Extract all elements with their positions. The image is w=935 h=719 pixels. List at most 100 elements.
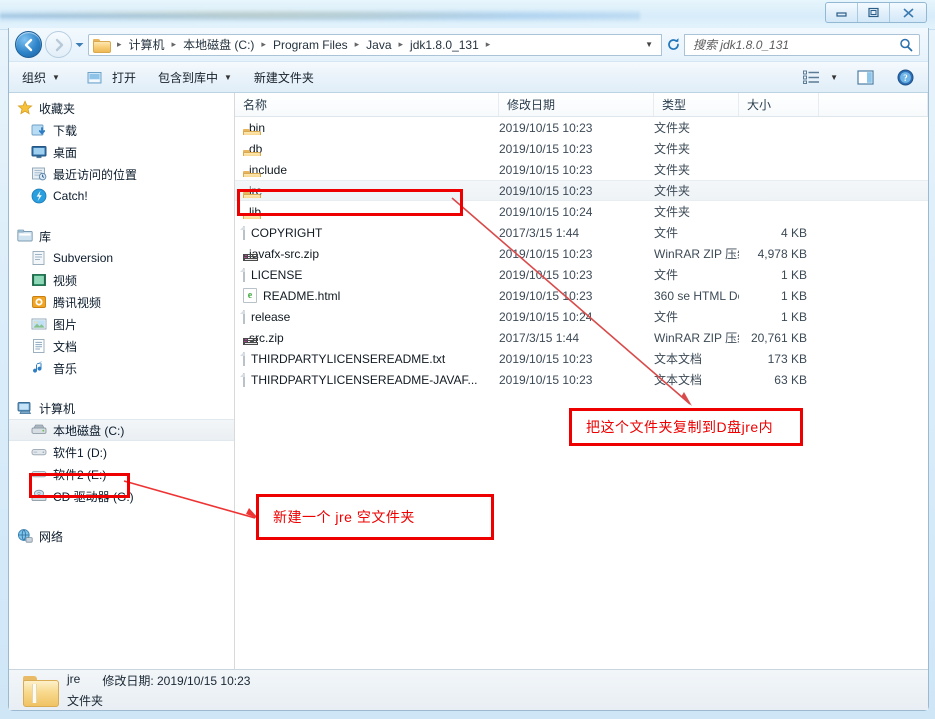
pictures-icon	[31, 316, 47, 332]
breadcrumb-separator: ▸	[117, 39, 122, 49]
sidebar-item-pictures[interactable]: 图片	[9, 313, 234, 335]
sidebar-item-recent-places[interactable]: 最近访问的位置	[9, 163, 234, 185]
file-name-cell[interactable]: e README.html	[235, 288, 499, 303]
new-folder-button[interactable]: 新建文件夹	[245, 65, 323, 89]
file-name-label: release	[251, 309, 291, 324]
window-title-bar	[0, 0, 935, 30]
file-name-cell[interactable]: bin	[235, 121, 499, 135]
file-list-pane[interactable]: 名称 修改日期 类型 大小 bin 2019/10/15 10:23 文件夹 db 20…	[235, 93, 928, 670]
navigation-pane[interactable]: 收藏夹 下载 桌面 最近访问的位置 Catch! 库 Subversion 视频…	[9, 93, 235, 670]
back-arrow-icon[interactable]	[15, 31, 42, 58]
file-type-cell: 文件	[654, 310, 679, 324]
table-row[interactable]: db 2019/10/15 10:23 文件夹	[235, 138, 928, 159]
column-header-size[interactable]: 大小	[739, 93, 819, 116]
forward-arrow-icon[interactable]	[45, 31, 72, 58]
table-row[interactable]: COPYRIGHT 2017/3/15 1:44 文件 4 KB	[235, 222, 928, 243]
sidebar-item-cd-drive-g[interactable]: CD 驱动器 (G:)	[9, 485, 234, 507]
window-controls[interactable]	[825, 2, 927, 23]
table-row[interactable]: include 2019/10/15 10:23 文件夹	[235, 159, 928, 180]
table-row[interactable]: THIRDPARTYLICENSEREADME.txt 2019/10/15 10…	[235, 348, 928, 369]
column-header-name[interactable]: 名称	[235, 93, 499, 116]
sidebar-item-videos[interactable]: 视频	[9, 269, 234, 291]
search-input[interactable]: 搜索 jdk1.8.0_131	[684, 33, 920, 56]
chevron-down-icon: ▼	[223, 72, 232, 82]
sidebar-item-music[interactable]: 音乐	[9, 357, 234, 379]
sidebar-item-computer[interactable]: 计算机	[9, 397, 234, 419]
file-size-cell: 4 KB	[780, 225, 807, 240]
sidebar-item-favorites[interactable]: 收藏夹	[9, 97, 234, 119]
file-rows[interactable]: bin 2019/10/15 10:23 文件夹 db 2019/10/15 10:23…	[235, 117, 928, 390]
open-button[interactable]: 打开	[73, 65, 145, 89]
column-header-date[interactable]: 修改日期	[499, 93, 654, 116]
sidebar-label: 下载	[53, 123, 78, 138]
file-icon	[243, 225, 245, 240]
file-type-cell: 文本文档	[654, 352, 703, 366]
sidebar-item-drive-d[interactable]: 软件1 (D:)	[9, 441, 234, 463]
search-icon[interactable]	[893, 38, 919, 52]
breadcrumb-item-program-files[interactable]: Program Files	[272, 38, 349, 52]
breadcrumb-dropdown-icon[interactable]: ▼	[641, 40, 661, 49]
close-button[interactable]	[890, 3, 926, 22]
sidebar-label: 文档	[53, 339, 78, 354]
sidebar-item-local-disk-c[interactable]: 本地磁盘 (C:)	[9, 419, 234, 441]
table-row[interactable]: release 2019/10/15 10:24 文件 1 KB	[235, 306, 928, 327]
breadcrumb-item-java[interactable]: Java	[365, 38, 392, 52]
table-row[interactable]: THIRDPARTYLICENSEREADME-JAVAF... 2019/10/…	[235, 369, 928, 390]
sidebar-label: 软件1 (D:)	[53, 445, 108, 460]
breadcrumb[interactable]: ▸ 计算机 ▸ 本地磁盘 (C:) ▸ Program Files ▸ Java…	[88, 33, 662, 56]
organize-button[interactable]: 组织 ▼	[13, 65, 69, 89]
sidebar-label: Catch!	[53, 189, 88, 203]
file-name-cell[interactable]: include	[235, 163, 499, 177]
column-header-type[interactable]: 类型	[654, 93, 739, 116]
file-name-label: LICENSE	[251, 267, 303, 282]
sidebar-item-downloads[interactable]: 下载	[9, 119, 234, 141]
table-row[interactable]: lib 2019/10/15 10:24 文件夹	[235, 201, 928, 222]
file-name-cell[interactable]: src.zip	[235, 331, 499, 345]
table-row[interactable]: bin 2019/10/15 10:23 文件夹	[235, 117, 928, 138]
sidebar-item-documents[interactable]: 文档	[9, 335, 234, 357]
file-name-cell[interactable]: release	[235, 309, 499, 324]
refresh-icon[interactable]	[662, 37, 684, 52]
file-type-cell: 文件	[654, 226, 679, 240]
file-name-cell[interactable]: THIRDPARTYLICENSEREADME.txt	[235, 351, 499, 366]
sidebar-item-drive-e[interactable]: 软件2 (E:)	[9, 463, 234, 485]
breadcrumb-item-local-disk-c[interactable]: 本地磁盘 (C:)	[182, 36, 255, 53]
file-name-cell[interactable]: THIRDPARTYLICENSEREADME-JAVAF...	[235, 372, 499, 387]
file-name-cell[interactable]: javafx-src.zip	[235, 247, 499, 261]
sidebar-item-subversion[interactable]: Subversion	[9, 247, 234, 269]
include-in-library-button[interactable]: 包含到库中 ▼	[149, 65, 241, 89]
file-name-cell[interactable]: db	[235, 142, 499, 156]
html-icon: e	[243, 288, 257, 303]
preview-pane-button[interactable]	[844, 65, 886, 89]
maximize-button[interactable]	[858, 3, 890, 22]
view-options-button[interactable]: ▼	[796, 65, 840, 89]
column-headers[interactable]: 名称 修改日期 类型 大小	[235, 93, 928, 117]
breadcrumb-item-computer[interactable]: 计算机	[128, 36, 166, 53]
file-date-cell: 2019/10/15 10:23	[499, 351, 593, 366]
file-name-cell[interactable]: COPYRIGHT	[235, 225, 499, 240]
minimize-button[interactable]	[826, 3, 858, 22]
sidebar-item-catch[interactable]: Catch!	[9, 185, 234, 207]
file-name-cell[interactable]: lib	[235, 205, 499, 219]
sidebar-label: 网络	[39, 529, 64, 544]
file-type-cell: 360 se HTML Do...	[654, 288, 739, 303]
file-date-cell: 2019/10/15 10:23	[499, 162, 593, 177]
file-name-cell[interactable]: LICENSE	[235, 267, 499, 282]
sidebar-item-tencent-video[interactable]: 腾讯视频	[9, 291, 234, 313]
table-row[interactable]: javafx-src.zip 2019/10/15 10:23 WinRAR ZIP…	[235, 243, 928, 264]
chevron-down-icon[interactable]	[72, 34, 86, 56]
table-row[interactable]: LICENSE 2019/10/15 10:23 文件 1 KB	[235, 264, 928, 285]
sidebar-label: 桌面	[53, 145, 78, 160]
breadcrumb-item-jdk[interactable]: jdk1.8.0_131	[409, 38, 480, 52]
sidebar-item-desktop[interactable]: 桌面	[9, 141, 234, 163]
help-button[interactable]: ?	[890, 65, 928, 89]
table-row[interactable]: jre 2019/10/15 10:23 文件夹	[235, 180, 928, 201]
sidebar-item-network[interactable]: 网络	[9, 525, 234, 547]
subversion-icon	[31, 250, 47, 266]
file-name-cell[interactable]: jre	[235, 184, 499, 198]
sidebar-item-libraries[interactable]: 库	[9, 225, 234, 247]
table-row[interactable]: e README.html 2019/10/15 10:23 360 se HTML …	[235, 285, 928, 306]
table-row[interactable]: src.zip2017/3/15 1:44 WinRAR ZIP 压缩... 20,…	[235, 327, 928, 348]
